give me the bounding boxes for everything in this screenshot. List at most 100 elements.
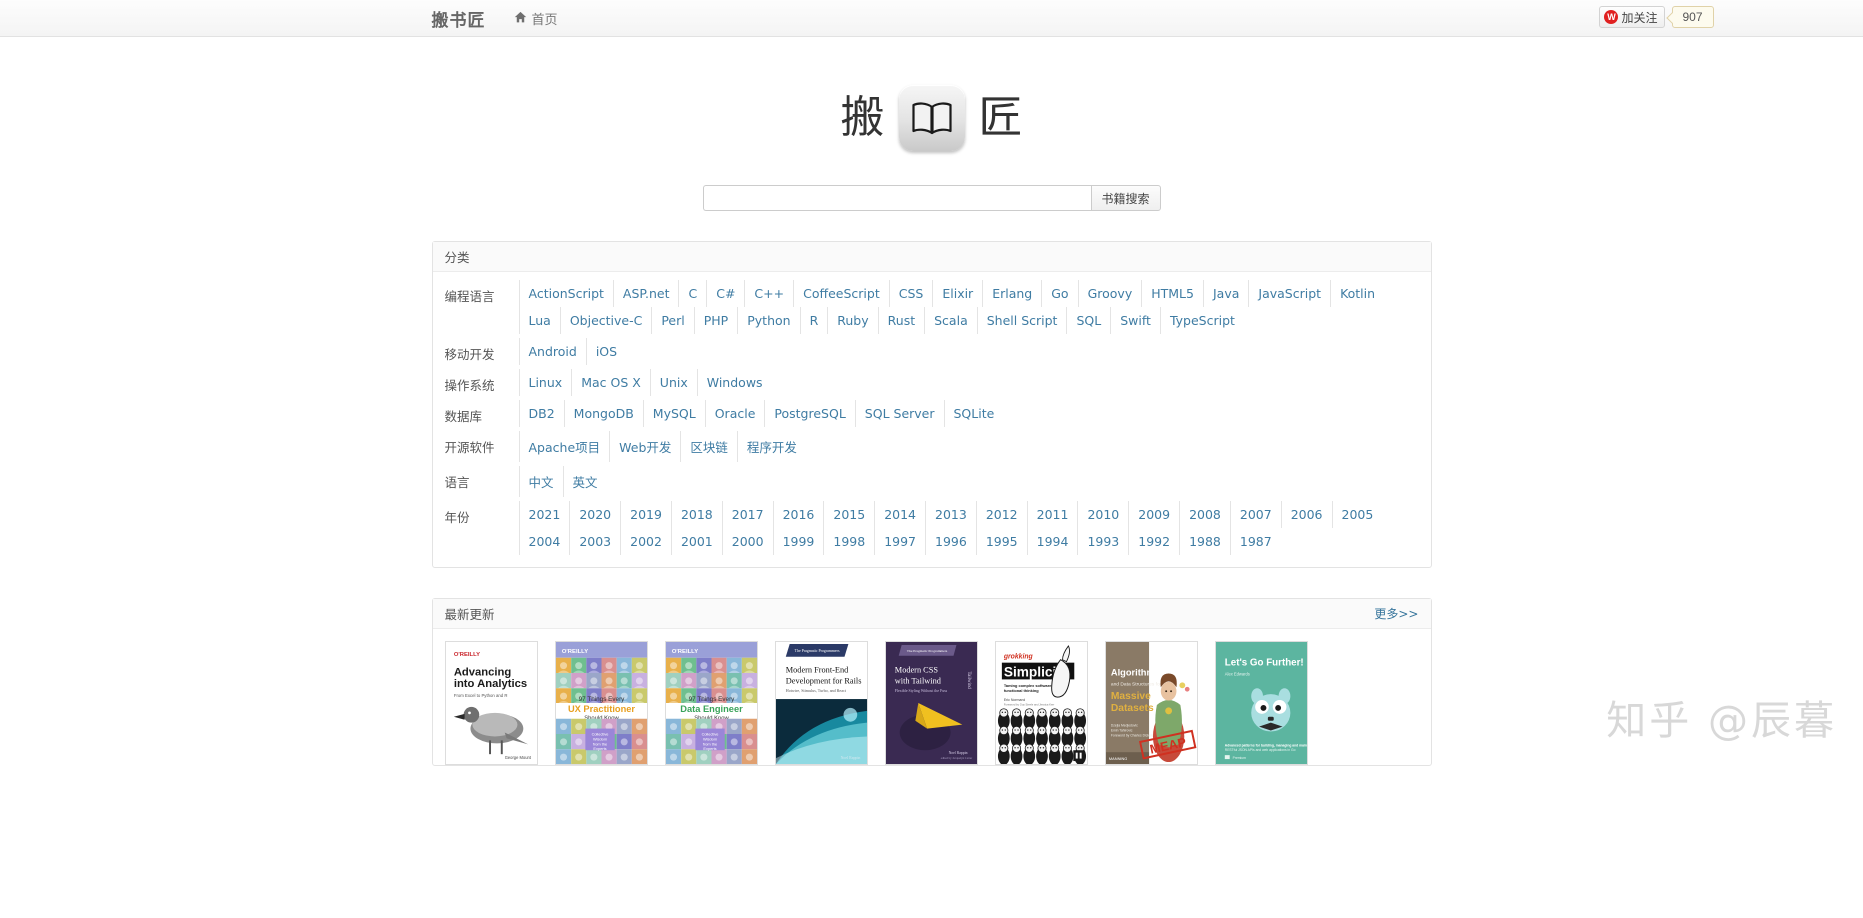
category-link[interactable]: 2019 bbox=[620, 501, 671, 528]
category-link[interactable]: Elixir bbox=[932, 280, 982, 307]
category-link[interactable]: SQL bbox=[1066, 307, 1110, 334]
category-link[interactable]: PHP bbox=[694, 307, 737, 334]
book-cover[interactable]: O'REILLY Advancing into Analytics From E… bbox=[445, 641, 538, 765]
category-link[interactable]: 2001 bbox=[671, 528, 722, 555]
category-link[interactable]: 1987 bbox=[1230, 528, 1281, 555]
book-item[interactable]: Let's Go Further! Alex Edwards Advanced … bbox=[1215, 641, 1308, 765]
category-link[interactable]: Oracle bbox=[705, 400, 765, 427]
book-item[interactable]: O'REILLY Advancing into Analytics From E… bbox=[445, 641, 538, 765]
book-item[interactable]: The Pragmatic Programmers Modern CSS wit… bbox=[885, 641, 978, 765]
category-link[interactable]: Kotlin bbox=[1330, 280, 1384, 307]
category-link[interactable]: 2014 bbox=[874, 501, 925, 528]
category-link[interactable]: Java bbox=[1203, 280, 1248, 307]
book-item[interactable]: O'REILLY 97 Things Every UX Practitioner… bbox=[555, 641, 648, 765]
category-link[interactable]: MongoDB bbox=[564, 400, 643, 427]
category-link[interactable]: Android bbox=[519, 338, 586, 365]
category-link[interactable]: 2010 bbox=[1077, 501, 1128, 528]
category-link[interactable]: Swift bbox=[1110, 307, 1160, 334]
category-link[interactable]: Groovy bbox=[1078, 280, 1142, 307]
book-cover[interactable]: grokking Simplicity Taming complex softw… bbox=[995, 641, 1088, 765]
category-link[interactable]: Web开发 bbox=[609, 431, 680, 462]
category-link[interactable]: CoffeeScript bbox=[793, 280, 889, 307]
category-link[interactable]: JavaScript bbox=[1248, 280, 1330, 307]
category-link[interactable]: Linux bbox=[519, 369, 572, 396]
category-link[interactable]: 1996 bbox=[925, 528, 976, 555]
book-item[interactable]: O'REILLY 97 Things Every Data Engineer S… bbox=[665, 641, 758, 765]
book-cover[interactable]: Algorithms and Data Structures for Massi… bbox=[1105, 641, 1198, 765]
category-link[interactable]: 2008 bbox=[1179, 501, 1230, 528]
category-link[interactable]: 区块链 bbox=[680, 431, 737, 462]
book-cover[interactable]: Let's Go Further! Alex Edwards Advanced … bbox=[1215, 641, 1308, 765]
category-link[interactable]: SQL Server bbox=[855, 400, 944, 427]
category-link[interactable]: CSS bbox=[889, 280, 933, 307]
category-link[interactable]: Lua bbox=[519, 307, 560, 334]
category-link[interactable]: R bbox=[800, 307, 828, 334]
category-link[interactable]: MySQL bbox=[643, 400, 705, 427]
category-link[interactable]: 1999 bbox=[773, 528, 824, 555]
category-link[interactable]: Rust bbox=[878, 307, 924, 334]
category-link[interactable]: 2006 bbox=[1281, 501, 1332, 528]
category-link[interactable]: ASP.net bbox=[613, 280, 679, 307]
category-link[interactable]: 英文 bbox=[563, 466, 607, 497]
category-link[interactable]: 2018 bbox=[671, 501, 722, 528]
category-link[interactable]: PostgreSQL bbox=[764, 400, 854, 427]
category-link[interactable]: 1995 bbox=[976, 528, 1027, 555]
category-link[interactable]: Go bbox=[1041, 280, 1077, 307]
category-link[interactable]: Ruby bbox=[827, 307, 877, 334]
category-link[interactable]: 1993 bbox=[1077, 528, 1128, 555]
category-link[interactable]: 2021 bbox=[519, 501, 570, 528]
category-link[interactable]: Scala bbox=[924, 307, 977, 334]
book-cover[interactable]: O'REILLY 97 Things Every Data Engineer S… bbox=[665, 641, 758, 765]
category-link[interactable]: 2005 bbox=[1332, 501, 1383, 528]
category-link[interactable]: Objective-C bbox=[560, 307, 652, 334]
category-link[interactable]: Mac OS X bbox=[571, 369, 650, 396]
category-link[interactable]: 2013 bbox=[925, 501, 976, 528]
category-link[interactable]: 2020 bbox=[569, 501, 620, 528]
book-cover[interactable]: The Pragmatic Programmers Modern CSS wit… bbox=[885, 641, 978, 765]
latest-more-link[interactable]: 更多>> bbox=[1374, 605, 1418, 622]
category-link[interactable]: 2017 bbox=[722, 501, 773, 528]
site-logo[interactable]: 搬 匠 bbox=[0, 85, 1863, 151]
category-link[interactable]: Windows bbox=[697, 369, 772, 396]
category-link[interactable]: Apache项目 bbox=[519, 431, 610, 462]
book-item[interactable]: Algorithms and Data Structures for Massi… bbox=[1105, 641, 1198, 765]
category-link[interactable]: 2016 bbox=[773, 501, 824, 528]
category-link[interactable]: 1988 bbox=[1179, 528, 1230, 555]
category-link[interactable]: 2002 bbox=[620, 528, 671, 555]
weibo-follow-button[interactable]: W 加关注 bbox=[1599, 6, 1664, 28]
category-link[interactable]: 中文 bbox=[519, 466, 563, 497]
category-link[interactable]: Python bbox=[737, 307, 799, 334]
category-link[interactable]: 2011 bbox=[1027, 501, 1078, 528]
category-link[interactable]: C++ bbox=[744, 280, 793, 307]
search-input[interactable] bbox=[703, 185, 1091, 211]
category-link[interactable]: DB2 bbox=[519, 400, 564, 427]
category-link[interactable]: Unix bbox=[650, 369, 697, 396]
category-link[interactable]: 2015 bbox=[823, 501, 874, 528]
category-link[interactable]: 2003 bbox=[569, 528, 620, 555]
category-link[interactable]: ActionScript bbox=[519, 280, 613, 307]
category-link[interactable]: 2012 bbox=[976, 501, 1027, 528]
category-link[interactable]: Shell Script bbox=[977, 307, 1067, 334]
nav-home-link[interactable]: 首页 bbox=[514, 9, 558, 28]
category-link[interactable]: C bbox=[678, 280, 706, 307]
book-item[interactable]: The Pragmatic Programmers Modern Front-E… bbox=[775, 641, 868, 765]
category-link[interactable]: SQLite bbox=[944, 400, 1004, 427]
category-link[interactable]: C# bbox=[706, 280, 744, 307]
category-link[interactable]: 程序开发 bbox=[737, 431, 806, 462]
category-link[interactable]: iOS bbox=[586, 338, 626, 365]
category-link[interactable]: 2004 bbox=[519, 528, 570, 555]
book-item[interactable]: grokking Simplicity Taming complex softw… bbox=[995, 641, 1088, 765]
category-link[interactable]: TypeScript bbox=[1160, 307, 1244, 334]
book-cover[interactable]: O'REILLY 97 Things Every UX Practitioner… bbox=[555, 641, 648, 765]
category-link[interactable]: 1992 bbox=[1128, 528, 1179, 555]
category-link[interactable]: Erlang bbox=[982, 280, 1041, 307]
category-link[interactable]: HTML5 bbox=[1141, 280, 1203, 307]
search-button[interactable]: 书籍搜索 bbox=[1091, 185, 1161, 211]
book-cover[interactable]: The Pragmatic Programmers Modern Front-E… bbox=[775, 641, 868, 765]
category-link[interactable]: Perl bbox=[651, 307, 693, 334]
category-link[interactable]: 2007 bbox=[1230, 501, 1281, 528]
category-link[interactable]: 1994 bbox=[1027, 528, 1078, 555]
category-link[interactable]: 1998 bbox=[823, 528, 874, 555]
category-link[interactable]: 2000 bbox=[722, 528, 773, 555]
category-link[interactable]: 2009 bbox=[1128, 501, 1179, 528]
